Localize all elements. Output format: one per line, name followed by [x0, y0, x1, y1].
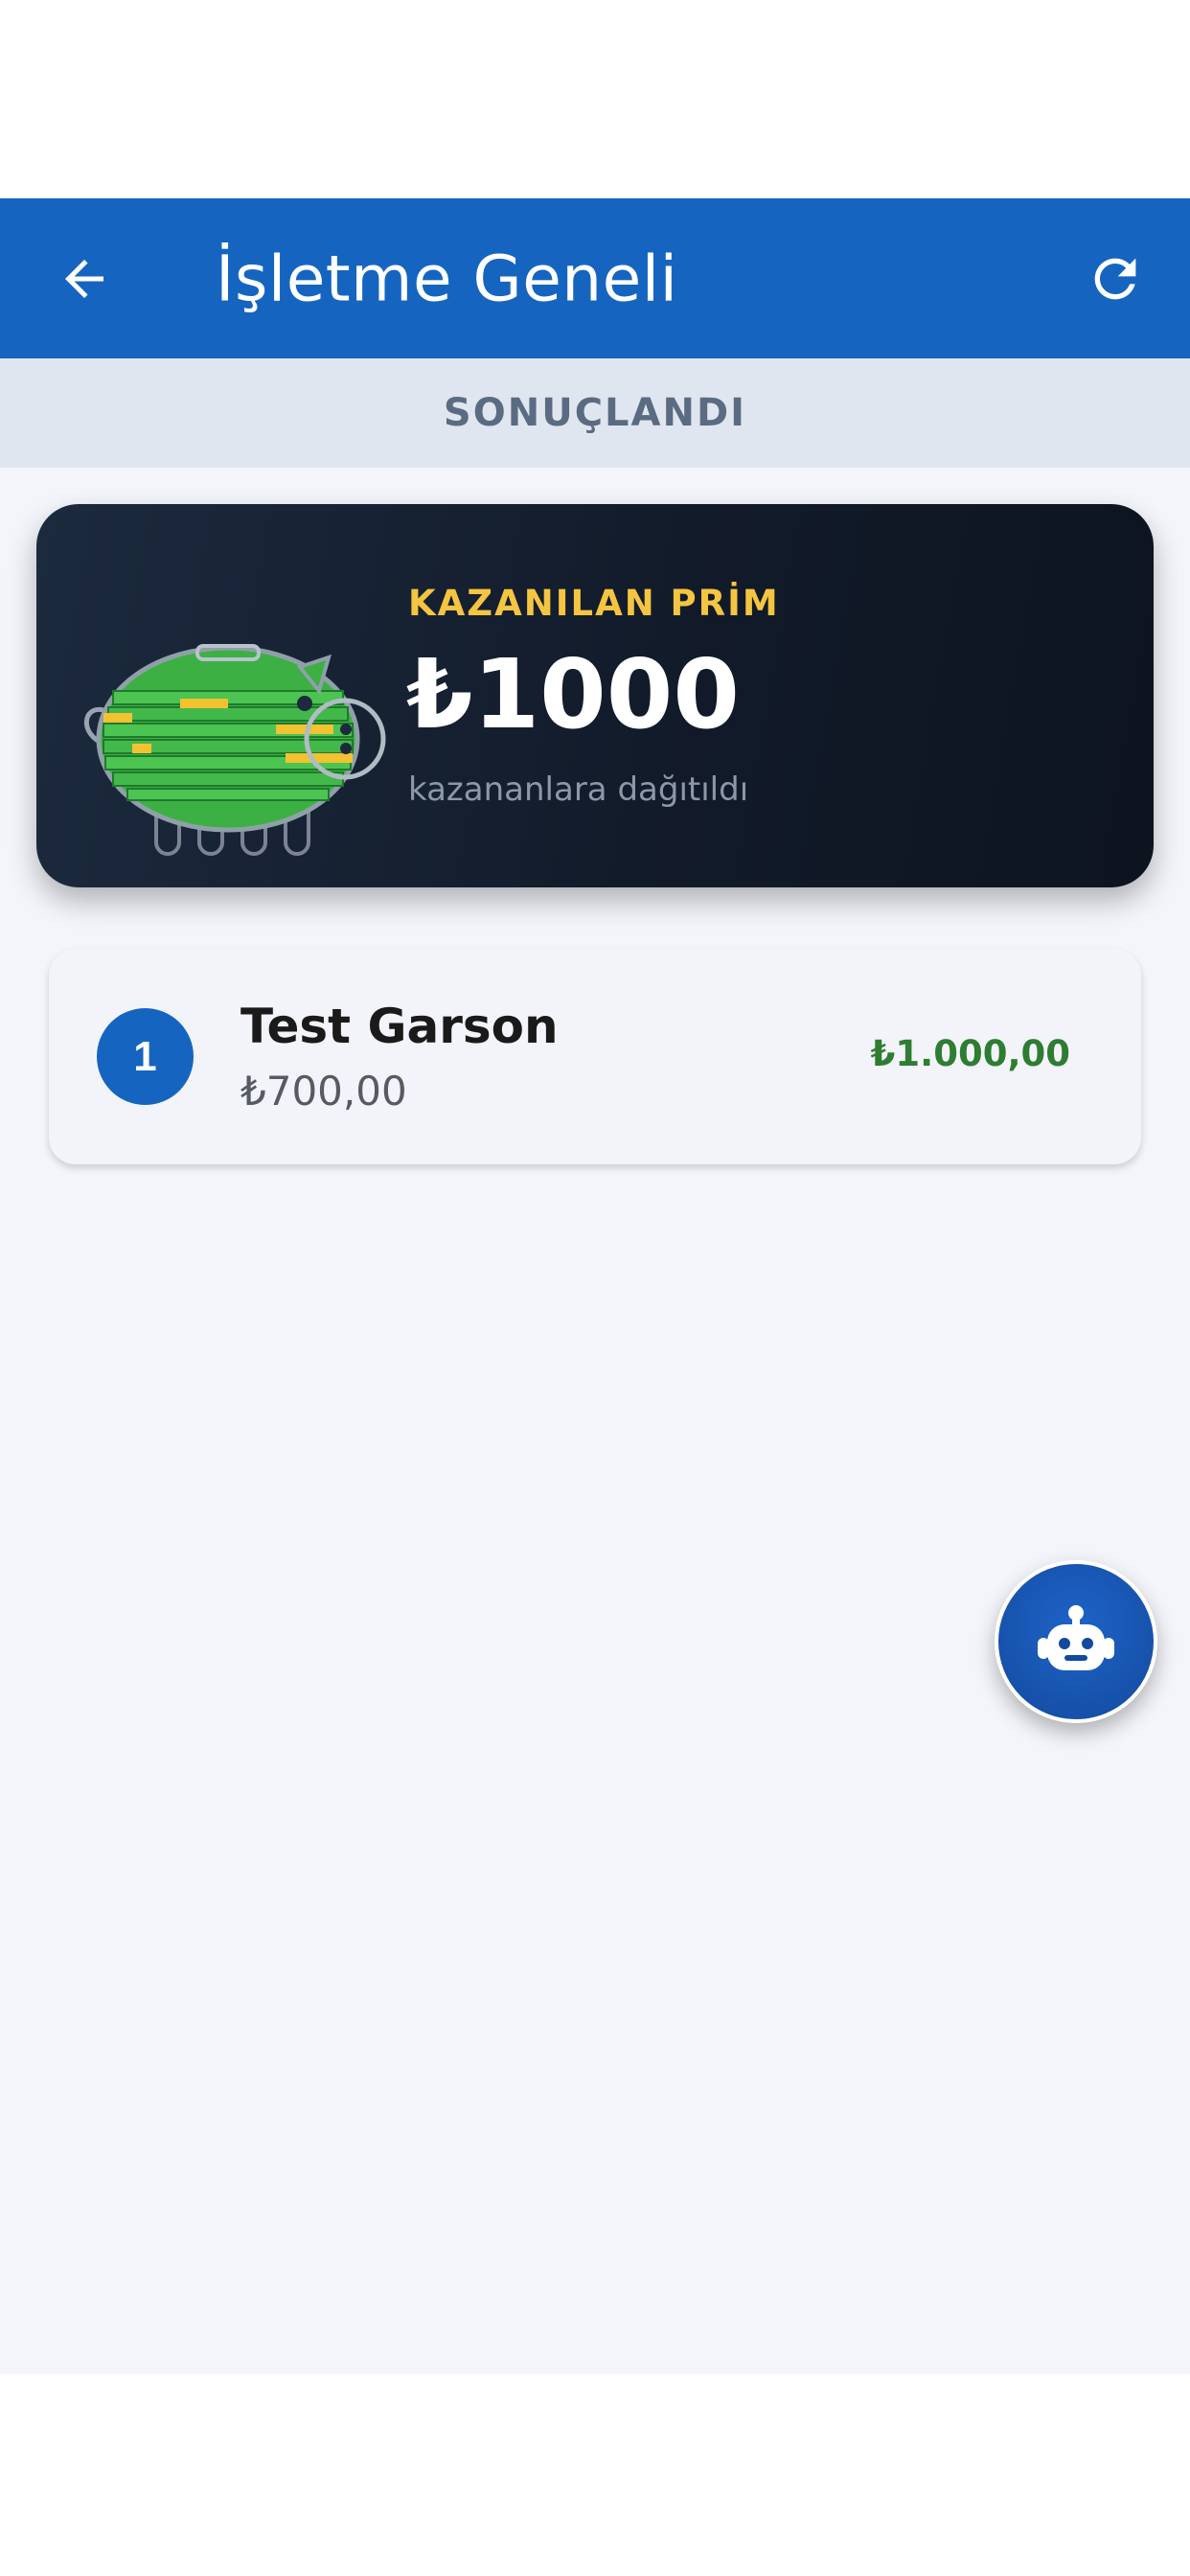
- prize-note: kazananlara dağıtıldı: [408, 770, 749, 809]
- winner-list-item[interactable]: 1 Test Garson ₺700,00 ₺1.000,00: [49, 949, 1141, 1164]
- refresh-button[interactable]: [1077, 241, 1154, 317]
- assistant-bot-button[interactable]: [995, 1560, 1157, 1723]
- refresh-icon: [1094, 258, 1136, 299]
- piggy-bank-money-icon: [83, 644, 386, 856]
- prize-amount: ₺1000: [406, 638, 740, 750]
- winner-name: Test Garson: [240, 999, 559, 1054]
- back-button[interactable]: [50, 244, 119, 313]
- page-title: İşletme Geneli: [216, 242, 678, 315]
- winner-sales: ₺700,00: [240, 1068, 407, 1115]
- app-bar: İşletme Geneli: [0, 198, 1190, 358]
- arrow-left-icon: [65, 259, 103, 298]
- status-bar: SONUÇLANDI: [0, 358, 1190, 468]
- status-label: SONUÇLANDI: [443, 391, 747, 435]
- prize-card: KAZANILAN PRİM ₺1000 kazananlara dağıtıl…: [36, 504, 1154, 887]
- rank-badge: 1: [97, 1008, 194, 1105]
- prize-label: KAZANILAN PRİM: [408, 583, 780, 624]
- robot-icon: [1038, 1605, 1114, 1670]
- winner-prize: ₺1.000,00: [870, 1033, 1070, 1074]
